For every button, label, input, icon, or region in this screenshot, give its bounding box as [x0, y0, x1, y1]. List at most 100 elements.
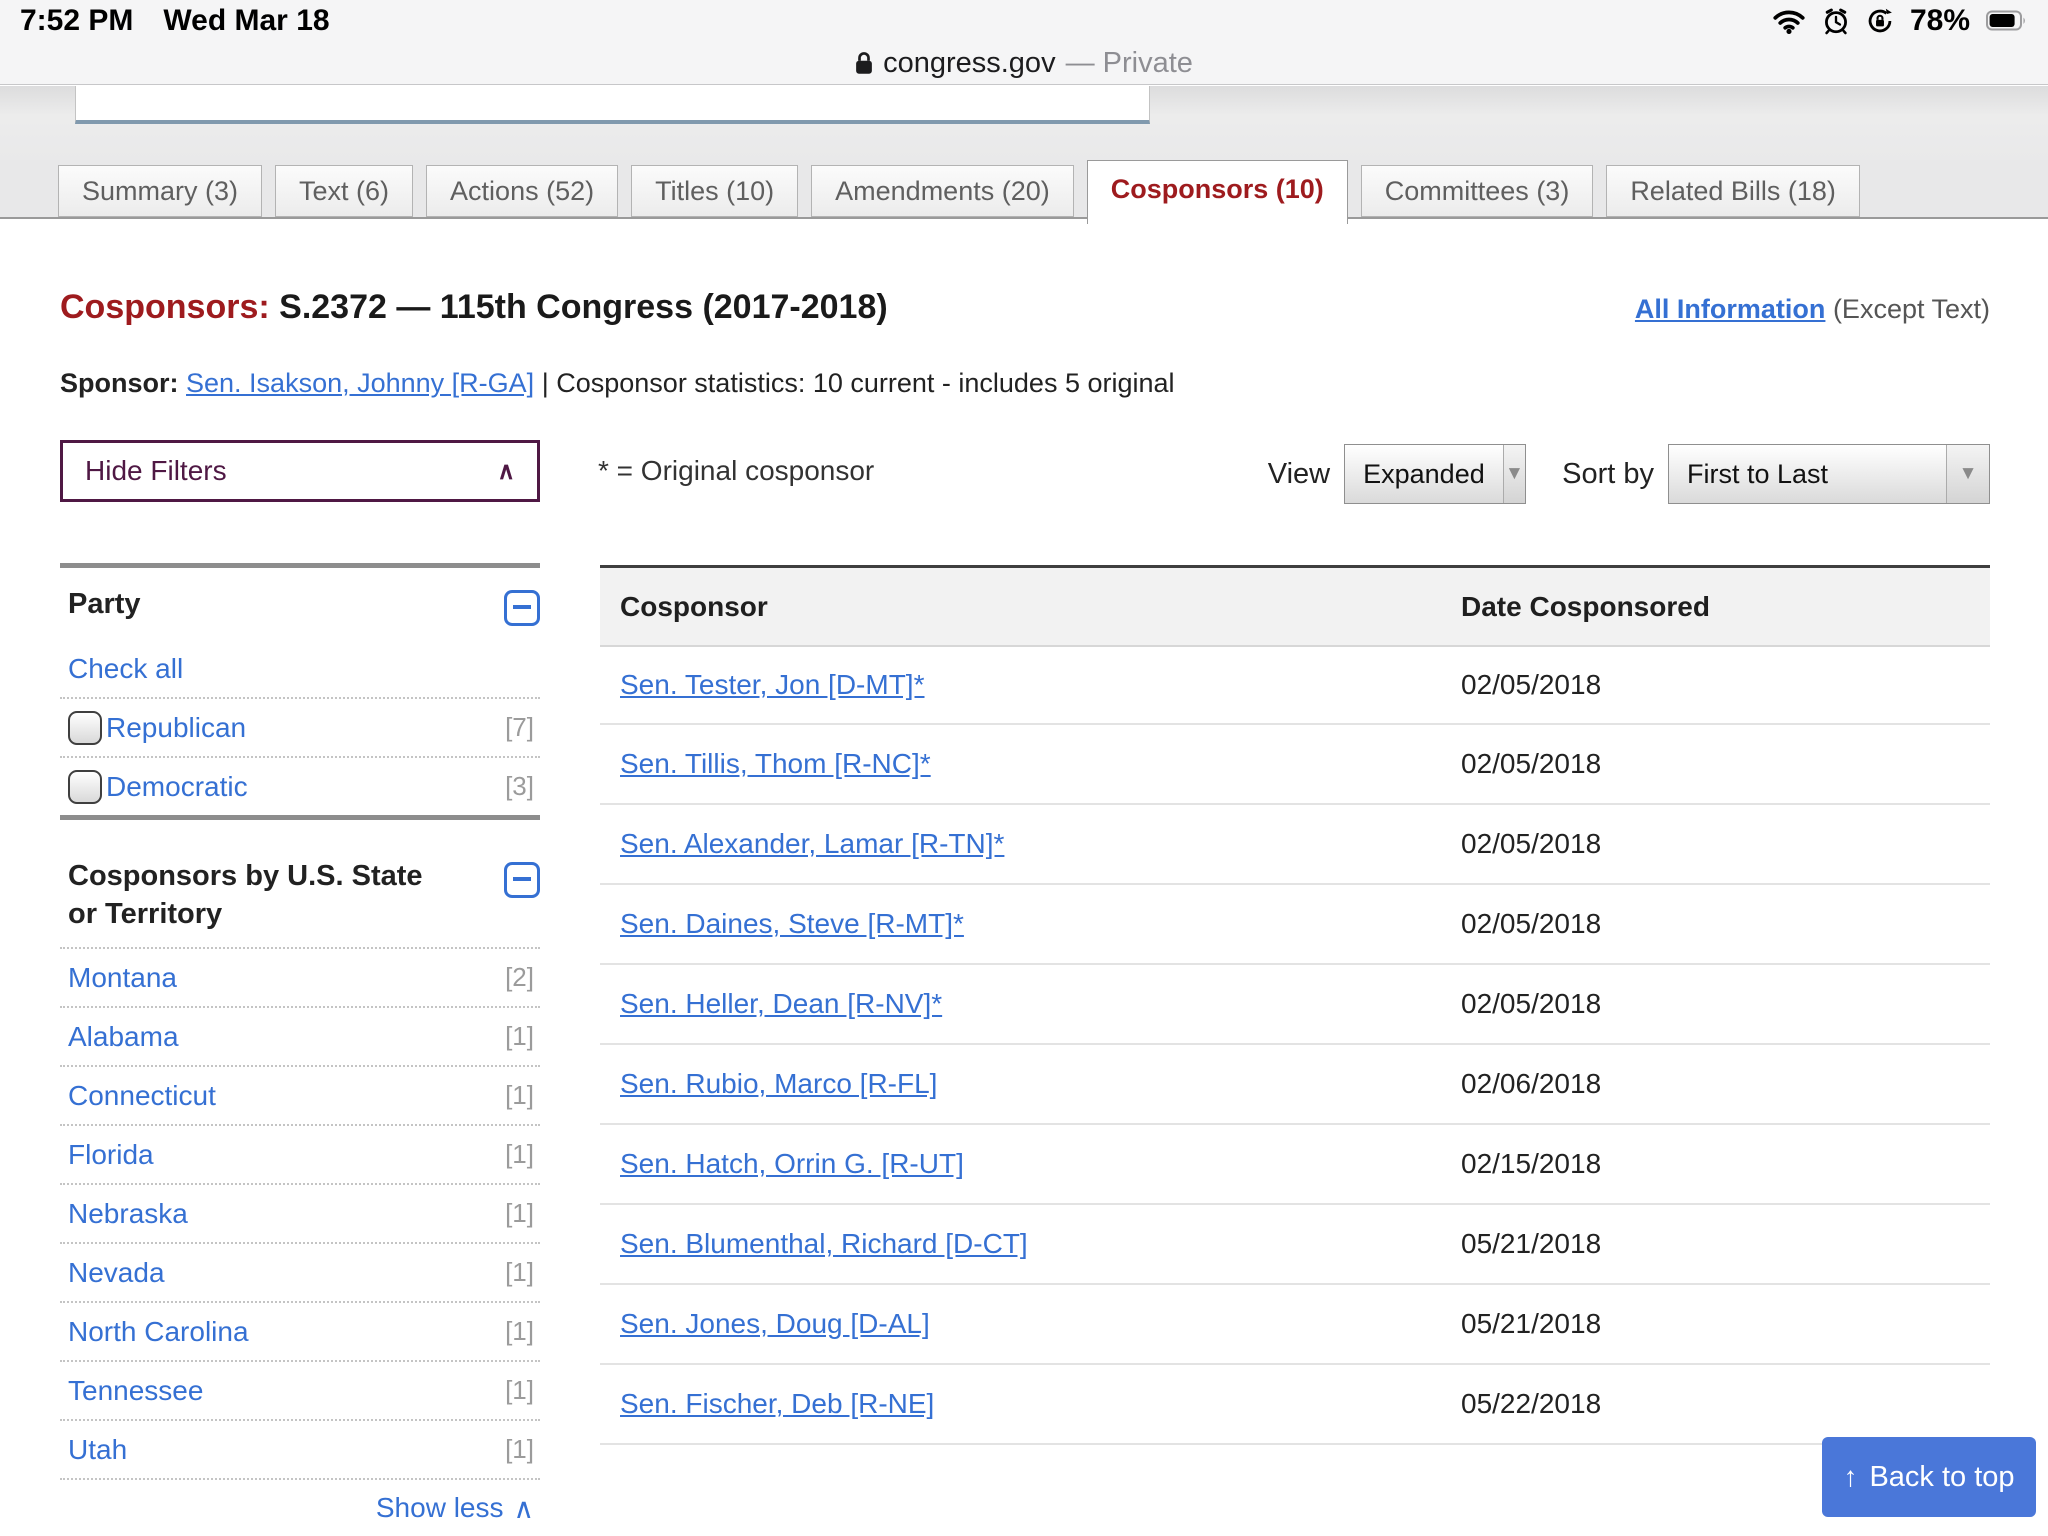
show-less-link[interactable]: Show less ∧: [376, 1492, 534, 1525]
column-header-cosponsor: Cosponsor: [620, 590, 768, 622]
hide-filters-label: Hide Filters: [85, 455, 227, 486]
state-filter-north-carolina[interactable]: North Carolina: [68, 1316, 249, 1348]
check-all-link[interactable]: Check all: [68, 653, 183, 685]
cosponsor-link[interactable]: Sen. Tillis, Thom [R-NC]*: [620, 748, 931, 779]
collapse-section-icon[interactable]: [504, 590, 540, 626]
tab-cosponsors[interactable]: Cosponsors (10): [1086, 160, 1348, 224]
chevron-up-icon: ∧: [513, 1492, 535, 1524]
collapse-section-icon[interactable]: [504, 862, 540, 898]
tab-label: Cosponsors (10): [1110, 174, 1324, 204]
cosponsor-link[interactable]: Sen. Blumenthal, Richard [D-CT]: [620, 1228, 1028, 1259]
tab-text[interactable]: Text (6): [275, 165, 414, 217]
ipad-safari-screen: 7:52 PM Wed Mar 18 78% congress.gov — Pr…: [0, 0, 2048, 1536]
tab-committees[interactable]: Committees (3): [1360, 165, 1594, 217]
state-filter-florida[interactable]: Florida: [68, 1139, 154, 1171]
view-select[interactable]: Expanded ▼: [1344, 444, 1527, 504]
party-option-row: Republican [7]: [60, 697, 540, 756]
cosponsor-link[interactable]: Sen. Alexander, Lamar [R-TN]*: [620, 828, 1004, 859]
sponsor-link[interactable]: Sen. Isakson, Johnny [R-GA]: [186, 368, 534, 398]
tab-label: Titles (10): [655, 175, 775, 206]
party-option-row: Democratic [3]: [60, 756, 540, 815]
state-filter-tennessee[interactable]: Tennessee: [68, 1375, 203, 1407]
table-row: Sen. Tester, Jon [D-MT]* 02/05/2018: [600, 645, 1990, 725]
filter-count: [1]: [505, 1021, 534, 1052]
site-domain: congress.gov: [883, 46, 1056, 79]
sort-select-value: First to Last: [1687, 458, 1829, 489]
cosponsor-link[interactable]: Sen. Daines, Steve [R-MT]*: [620, 908, 964, 939]
cosponsor-date: 02/05/2018: [1461, 908, 1602, 939]
state-filter-nevada[interactable]: Nevada: [68, 1257, 165, 1289]
filter-count: [1]: [505, 1316, 534, 1347]
private-label: — Private: [1065, 46, 1193, 79]
browser-address-bar[interactable]: congress.gov — Private: [0, 42, 2048, 84]
state-filter-alabama[interactable]: Alabama: [68, 1021, 179, 1053]
checkbox-democratic[interactable]: [68, 769, 102, 804]
state-row: Alabama [1]: [60, 1006, 540, 1065]
back-to-top-label: Back to top: [1869, 1460, 2015, 1493]
cosponsor-date: 05/21/2018: [1461, 1228, 1602, 1259]
page-title-label: Cosponsors:: [60, 288, 270, 326]
hide-filters-button[interactable]: Hide Filters ∧: [60, 440, 540, 502]
state-filter-nebraska[interactable]: Nebraska: [68, 1198, 188, 1230]
filter-count: [1]: [505, 1375, 534, 1406]
filter-count: [3]: [505, 771, 534, 801]
filter-count: [1]: [505, 1198, 534, 1229]
tab-label: Summary (3): [82, 175, 239, 206]
cosponsor-link[interactable]: Sen. Fischer, Deb [R-NE]: [620, 1388, 934, 1419]
cosponsor-link[interactable]: Sen. Heller, Dean [R-NV]*: [620, 988, 942, 1019]
cosponsors-table: Cosponsor Date Cosponsored Sen. Tester, …: [600, 565, 1990, 1445]
cosponsor-link[interactable]: Sen. Jones, Doug [D-AL]: [620, 1308, 930, 1339]
tab-label: Related Bills (18): [1630, 175, 1836, 206]
state-filter-montana[interactable]: Montana: [68, 962, 177, 994]
sort-select[interactable]: First to Last ▼: [1668, 444, 1990, 504]
all-information: All Information (Except Text): [1635, 294, 1990, 325]
checkbox-republican[interactable]: [68, 710, 102, 745]
tab-related-bills[interactable]: Related Bills (18): [1606, 165, 1860, 217]
state-row: Tennessee [1]: [60, 1360, 540, 1419]
table-row: Sen. Heller, Dean [R-NV]* 02/05/2018: [600, 965, 1990, 1045]
cosponsor-link[interactable]: Sen. Tester, Jon [D-MT]*: [620, 669, 925, 700]
clock: 7:52 PM: [20, 4, 134, 37]
party-filter-democratic[interactable]: Democratic: [106, 771, 248, 803]
table-row: Sen. Blumenthal, Richard [D-CT] 05/21/201…: [600, 1205, 1990, 1285]
state-row: North Carolina [1]: [60, 1301, 540, 1360]
chevron-down-icon: ▼: [1946, 445, 1989, 503]
state-filter-utah[interactable]: Utah: [68, 1434, 127, 1466]
cosponsor-link[interactable]: Sen. Hatch, Orrin G. [R-UT]: [620, 1148, 964, 1179]
tab-label: Actions (52): [450, 175, 595, 206]
state-filter-section: Cosponsors by U.S. State or Territory Mo…: [60, 840, 540, 1536]
cosponsor-date: 02/05/2018: [1461, 748, 1602, 779]
tab-amendments[interactable]: Amendments (20): [811, 165, 1074, 217]
site-search-box[interactable]: [75, 86, 1150, 124]
filter-count: [2]: [505, 962, 534, 993]
show-less-label: Show less: [375, 1492, 504, 1524]
all-information-link[interactable]: All Information: [1635, 294, 1826, 324]
state-row: Utah [1]: [60, 1419, 540, 1478]
page-title-bill: S.2372 — 115th Congress (2017-2018): [279, 288, 888, 326]
tab-titles[interactable]: Titles (10): [631, 165, 799, 217]
filter-count: [1]: [505, 1434, 534, 1465]
state-section-title: Cosponsors by U.S. State or Territory: [68, 860, 423, 930]
back-to-top-button[interactable]: ↑ Back to top: [1822, 1437, 2036, 1517]
cosponsor-date: 02/06/2018: [1461, 1068, 1602, 1099]
filters-sidebar: Party Check all Republican [7] Democratic […: [60, 563, 540, 1536]
tab-label: Committees (3): [1384, 175, 1570, 206]
state-row: Nevada [1]: [60, 1242, 540, 1301]
cosponsor-link[interactable]: Sen. Rubio, Marco [R-FL]: [620, 1068, 937, 1099]
filter-count: [1]: [505, 1257, 534, 1288]
table-row: Sen. Alexander, Lamar [R-TN]* 02/05/2018: [600, 805, 1990, 885]
cosponsor-date: 02/05/2018: [1461, 669, 1602, 700]
state-filter-connecticut[interactable]: Connecticut: [68, 1080, 216, 1112]
tab-summary[interactable]: Summary (3): [58, 165, 263, 217]
tab-label: Text (6): [299, 175, 390, 206]
tab-actions[interactable]: Actions (52): [426, 165, 619, 217]
lock-icon: [855, 51, 873, 75]
party-filter-republican[interactable]: Republican: [106, 712, 246, 744]
view-label: View: [1267, 457, 1331, 490]
cosponsor-date: 05/22/2018: [1461, 1388, 1602, 1419]
cosponsor-date: 05/21/2018: [1461, 1308, 1602, 1339]
party-section-title: Party: [68, 588, 141, 620]
table-row: Sen. Jones, Doug [D-AL] 05/21/2018: [600, 1285, 1990, 1365]
table-row: Sen. Rubio, Marco [R-FL] 02/06/2018: [600, 1045, 1990, 1125]
cosponsor-statistics: Cosponsor statistics: 10 current - inclu…: [556, 368, 1175, 398]
